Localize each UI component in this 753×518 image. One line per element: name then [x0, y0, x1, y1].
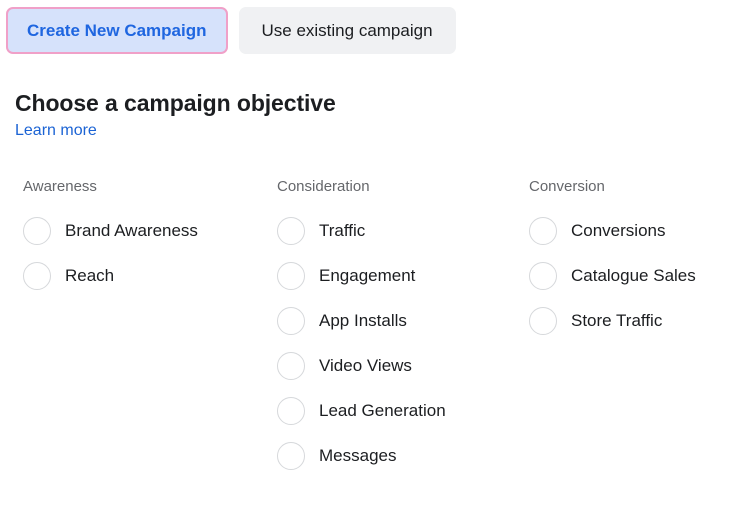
column-header: Consideration	[277, 178, 370, 195]
radio-icon[interactable]	[277, 351, 305, 380]
learn-more-link[interactable]: Learn more	[15, 122, 97, 140]
objective-option-label: Brand Awareness	[65, 220, 198, 240]
objective-option-label: Catalogue Sales	[571, 265, 696, 285]
objective-option-video-views[interactable]: Video Views	[277, 343, 446, 388]
radio-icon[interactable]	[529, 306, 557, 335]
objective-option-label: Traffic	[319, 220, 366, 240]
objective-option-label: Messages	[319, 445, 397, 465]
objective-option-label: Engagement	[319, 265, 416, 285]
objective-option-conversions[interactable]: Conversions	[529, 208, 696, 253]
objective-option-messages[interactable]: Messages	[277, 433, 446, 478]
radio-icon[interactable]	[277, 441, 305, 470]
column-header: Awareness	[23, 178, 97, 195]
objective-option-label: Store Traffic	[571, 310, 663, 330]
objective-option-traffic[interactable]: Traffic	[277, 208, 446, 253]
page-title: Choose a campaign objective	[15, 90, 336, 116]
objective-option-reach[interactable]: Reach	[23, 253, 198, 298]
tab-create-new-campaign[interactable]: Create New Campaign	[6, 7, 228, 54]
radio-icon[interactable]	[529, 261, 557, 290]
objective-option-label: App Installs	[319, 310, 407, 330]
radio-icon[interactable]	[277, 306, 305, 335]
objective-option-catalogue-sales[interactable]: Catalogue Sales	[529, 253, 696, 298]
objective-option-label: Conversions	[571, 220, 666, 240]
objective-option-lead-generation[interactable]: Lead Generation	[277, 388, 446, 433]
objective-column-conversion: Conversion Conversions Catalogue Sales S…	[529, 178, 696, 343]
objective-option-label: Reach	[65, 265, 115, 285]
radio-icon[interactable]	[529, 216, 557, 245]
radio-icon[interactable]	[23, 261, 51, 290]
objective-option-brand-awareness[interactable]: Brand Awareness	[23, 208, 198, 253]
objective-column-awareness: Awareness Brand Awareness Reach	[23, 178, 198, 298]
column-header: Conversion	[529, 178, 605, 195]
objective-option-engagement[interactable]: Engagement	[277, 253, 446, 298]
radio-icon[interactable]	[277, 261, 305, 290]
objective-option-store-traffic[interactable]: Store Traffic	[529, 298, 696, 343]
radio-icon[interactable]	[277, 216, 305, 245]
objective-option-label: Lead Generation	[319, 400, 446, 420]
radio-icon[interactable]	[277, 396, 305, 425]
radio-icon[interactable]	[23, 216, 51, 245]
campaign-source-tabs: Create New Campaign Use existing campaig…	[6, 7, 456, 54]
tab-use-existing-campaign[interactable]: Use existing campaign	[238, 7, 456, 54]
objective-column-consideration: Consideration Traffic Engagement App Ins…	[277, 178, 446, 478]
objective-option-app-installs[interactable]: App Installs	[277, 298, 446, 343]
objective-option-label: Video Views	[319, 355, 412, 375]
